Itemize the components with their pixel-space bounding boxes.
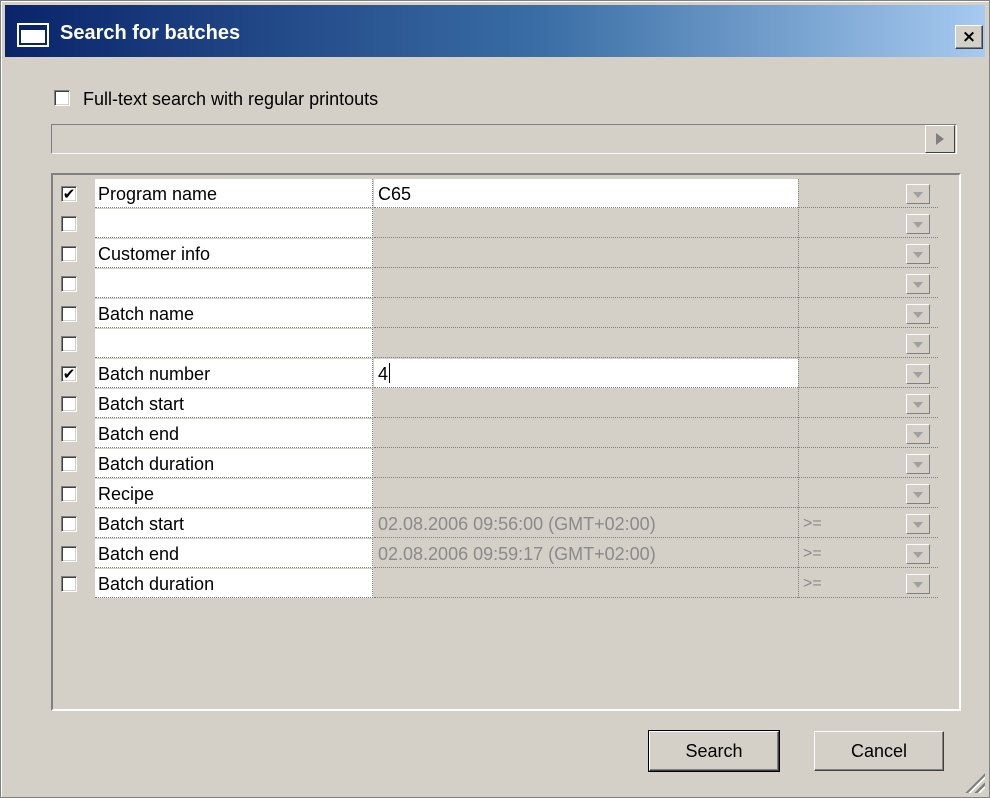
criteria-row <box>53 329 938 359</box>
criteria-checkbox[interactable] <box>61 246 77 262</box>
criteria-name: Batch start <box>95 389 373 418</box>
dropdown-arrow-icon[interactable] <box>906 424 930 444</box>
criteria-row: Batch end 02.08.2006 09:59:17 (GMT+02:00)… <box>53 539 938 569</box>
criteria-value-field[interactable]: 02.08.2006 09:56:00 (GMT+02:00) <box>374 509 798 538</box>
criteria-name: Recipe <box>95 479 373 508</box>
criteria-value-field[interactable] <box>374 389 798 418</box>
dropdown-arrow-icon[interactable] <box>906 514 930 534</box>
criteria-checkbox[interactable] <box>61 276 77 292</box>
search-button[interactable]: Search <box>648 730 780 772</box>
criteria-value-field[interactable] <box>374 419 798 448</box>
criteria-value-field[interactable] <box>374 299 798 328</box>
criteria-name: Batch end <box>95 419 373 448</box>
criteria-checkbox[interactable] <box>61 456 77 472</box>
fulltext-search-field[interactable] <box>51 124 957 154</box>
criteria-checkbox[interactable] <box>61 216 77 232</box>
close-icon: × <box>961 27 977 47</box>
criteria-row: ✔ Program name C65 <box>53 179 938 209</box>
criteria-value-field[interactable] <box>374 569 798 598</box>
dropdown-arrow-icon[interactable] <box>906 364 930 384</box>
resize-grip-icon[interactable] <box>963 771 985 793</box>
criteria-checkbox[interactable] <box>61 486 77 502</box>
dropdown-arrow-icon[interactable] <box>906 454 930 474</box>
cancel-button[interactable]: Cancel <box>814 731 944 771</box>
criteria-value-field[interactable] <box>374 329 798 358</box>
criteria-row: Batch name <box>53 299 938 329</box>
criteria-name: Batch name <box>95 299 373 328</box>
criteria-name: Program name <box>95 179 373 208</box>
criteria-checkbox[interactable] <box>61 306 77 322</box>
criteria-name <box>95 269 373 298</box>
window-icon <box>17 23 49 47</box>
criteria-row <box>53 269 938 299</box>
criteria-row: ✔ Batch number 4 <box>53 359 938 389</box>
criteria-row: Batch duration >= <box>53 569 938 599</box>
criteria-name: Batch duration <box>95 449 373 478</box>
criteria-value-field[interactable] <box>374 209 798 238</box>
dropdown-arrow-icon[interactable] <box>906 214 930 234</box>
criteria-name: Batch duration <box>95 569 373 598</box>
criteria-value-field[interactable] <box>374 239 798 268</box>
criteria-name <box>95 329 373 358</box>
criteria-name: Batch end <box>95 539 373 568</box>
criteria-name: Batch start <box>95 509 373 538</box>
text-caret <box>389 363 391 383</box>
criteria-checkbox[interactable]: ✔ <box>61 366 77 382</box>
criteria-row: Batch start 02.08.2006 09:56:00 (GMT+02:0… <box>53 509 938 539</box>
criteria-value-field[interactable] <box>374 269 798 298</box>
dropdown-arrow-icon[interactable] <box>906 334 930 354</box>
criteria-row: Batch duration <box>53 449 938 479</box>
fulltext-label: Full-text search with regular printouts <box>83 89 379 109</box>
criteria-value-field[interactable] <box>374 479 798 508</box>
dropdown-arrow-icon[interactable] <box>906 244 930 264</box>
criteria-row <box>53 209 938 239</box>
criteria-value-field[interactable]: 4 <box>374 359 798 388</box>
dropdown-arrow-icon[interactable] <box>906 304 930 324</box>
criteria-name: Batch number <box>95 359 373 388</box>
dropdown-arrow-icon[interactable] <box>906 574 930 594</box>
close-button[interactable]: × <box>955 25 983 49</box>
fulltext-checkbox[interactable] <box>54 90 70 106</box>
criteria-value-field[interactable] <box>374 449 798 478</box>
criteria-row: Recipe <box>53 479 938 509</box>
dropdown-arrow-icon[interactable] <box>906 274 930 294</box>
dropdown-arrow-icon[interactable] <box>906 184 930 204</box>
criteria-row: Batch start <box>53 389 938 419</box>
criteria-value-field[interactable]: C65 <box>374 179 798 208</box>
criteria-value-field[interactable]: 02.08.2006 09:59:17 (GMT+02:00) <box>374 539 798 568</box>
criteria-checkbox[interactable] <box>61 546 77 562</box>
criteria-checkbox[interactable] <box>61 396 77 412</box>
dropdown-arrow-icon[interactable] <box>906 484 930 504</box>
title-bar[interactable]: Search for batches × <box>5 5 985 57</box>
criteria-checkbox[interactable] <box>61 336 77 352</box>
criteria-checkbox[interactable]: ✔ <box>61 186 77 202</box>
search-dialog: Search for batches × Full-text search wi… <box>0 0 990 798</box>
criteria-name: Customer info <box>95 239 373 268</box>
criteria-name <box>95 209 373 238</box>
dropdown-arrow-icon[interactable] <box>906 544 930 564</box>
criteria-row: Customer info <box>53 239 938 269</box>
criteria-checkbox[interactable] <box>61 426 77 442</box>
criteria-row: Batch end <box>53 419 938 449</box>
fulltext-go-button[interactable] <box>925 125 955 153</box>
dropdown-arrow-icon[interactable] <box>906 394 930 414</box>
criteria-checkbox[interactable] <box>61 576 77 592</box>
criteria-grid: ✔ Program name C65 Customer info Batch name ✔… <box>51 173 961 711</box>
dialog-title: Search for batches <box>60 22 241 44</box>
criteria-checkbox[interactable] <box>61 516 77 532</box>
